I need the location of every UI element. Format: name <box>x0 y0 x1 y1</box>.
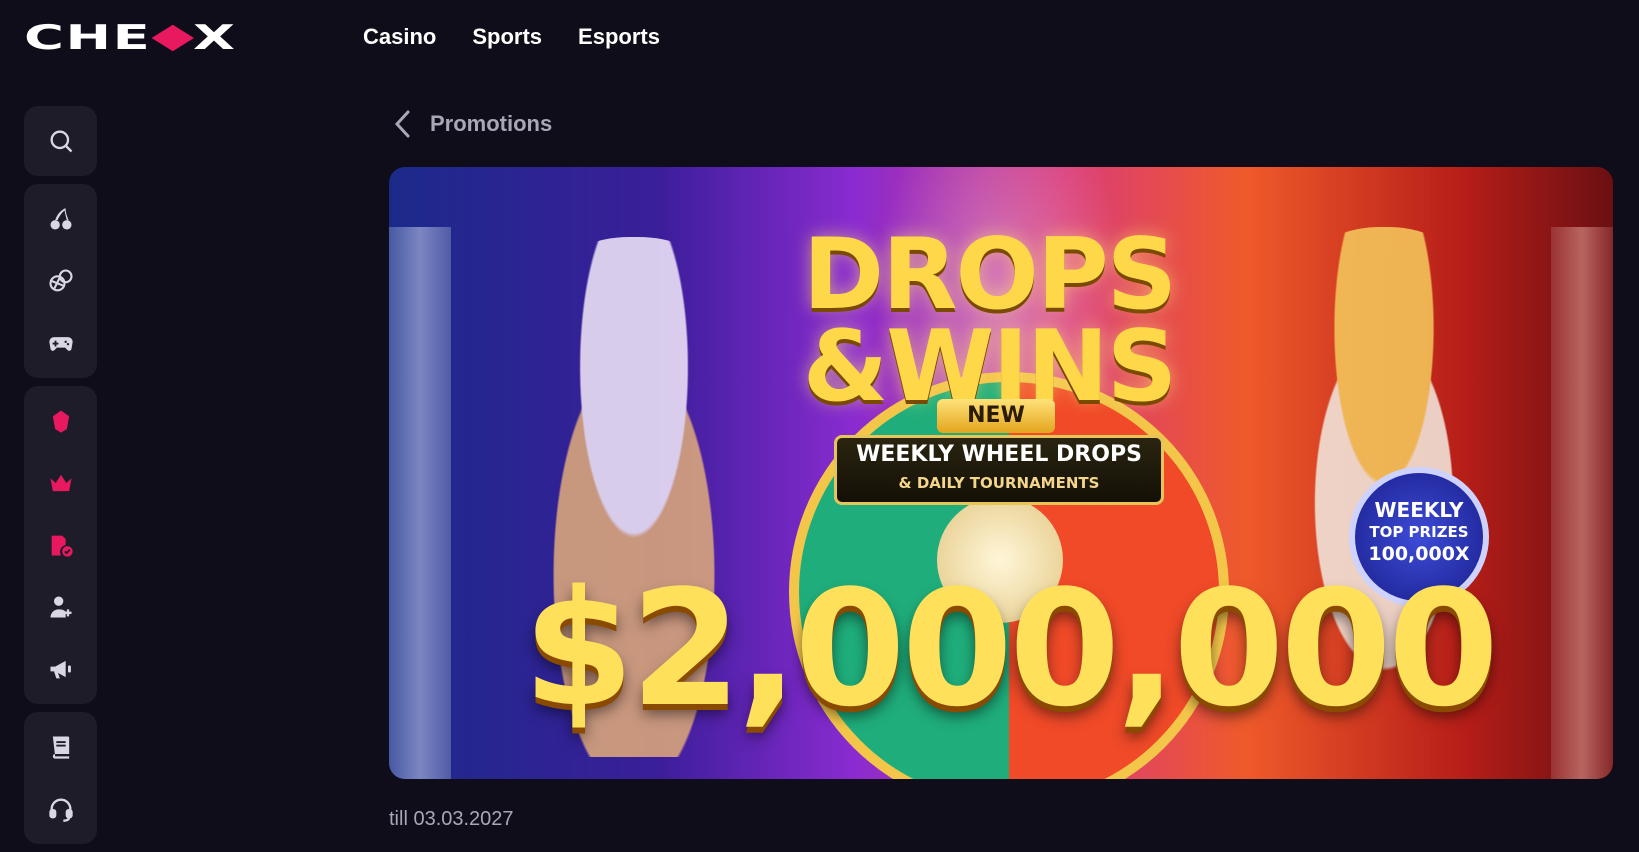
gamepad-icon <box>48 337 73 351</box>
add-user-icon <box>50 596 71 618</box>
logo-wordmark: CHE X <box>24 18 237 58</box>
top-header: CHE X Casino Sports Esports <box>0 0 1639 76</box>
sidebar-item-bonuses[interactable] <box>24 390 97 452</box>
sidebar-item-esports[interactable] <box>24 312 97 374</box>
nav-esports[interactable]: Esports <box>578 22 660 52</box>
sidebar-item-sports[interactable] <box>24 250 97 312</box>
sidebar-item-vip[interactable] <box>24 452 97 514</box>
sidebar-item-support[interactable] <box>24 778 97 840</box>
site-logo[interactable]: CHE X <box>24 18 294 58</box>
sidebar-item-news[interactable] <box>24 638 97 700</box>
banner-new-badge: NEW <box>937 399 1055 433</box>
sidebar-item-referral[interactable] <box>24 576 97 638</box>
chevron-left-icon <box>394 110 410 138</box>
sidebar-group-search <box>24 106 97 176</box>
banner-prize-amount: $2,000,000 <box>522 555 1499 742</box>
promo-validity: till 03.03.2027 <box>389 808 514 830</box>
promo-banner: DROPS &WINS NEW WEEKLY WHEEL DROPS & DAI… <box>389 167 1613 779</box>
banner-subtitle-plate: WEEKLY WHEEL DROPS & DAILY TOURNAMENTS <box>834 435 1164 505</box>
logo-diamond-icon <box>151 24 194 52</box>
banner-headline: DROPS &WINS <box>802 218 1178 424</box>
book-icon <box>52 736 69 759</box>
sidebar-item-casino[interactable] <box>24 188 97 250</box>
sidebar-item-tournaments[interactable] <box>24 514 97 576</box>
sidebar-item-rules[interactable] <box>24 716 97 778</box>
back-to-promotions[interactable]: Promotions <box>392 108 552 140</box>
cherries-icon <box>50 208 71 230</box>
gift-icon <box>52 410 69 433</box>
headset-icon <box>48 798 73 822</box>
sidebar-group-help <box>24 712 97 844</box>
sidebar-item-search[interactable] <box>24 110 97 172</box>
nav-casino[interactable]: Casino <box>363 22 436 52</box>
sidebar-group-promos <box>24 386 97 704</box>
banner-column-left <box>389 227 451 779</box>
sidebar-group-games <box>24 184 97 378</box>
crown-icon <box>50 474 71 492</box>
sidebar <box>24 106 97 852</box>
page-title: Promotions <box>430 111 553 136</box>
ticket-check-icon <box>51 535 73 557</box>
search-icon <box>50 130 72 153</box>
main-nav: Casino Sports Esports <box>363 22 660 52</box>
sports-balls-icon <box>48 269 73 292</box>
banner-column-right <box>1551 227 1613 779</box>
nav-sports[interactable]: Sports <box>472 22 542 52</box>
megaphone-icon <box>50 660 71 679</box>
